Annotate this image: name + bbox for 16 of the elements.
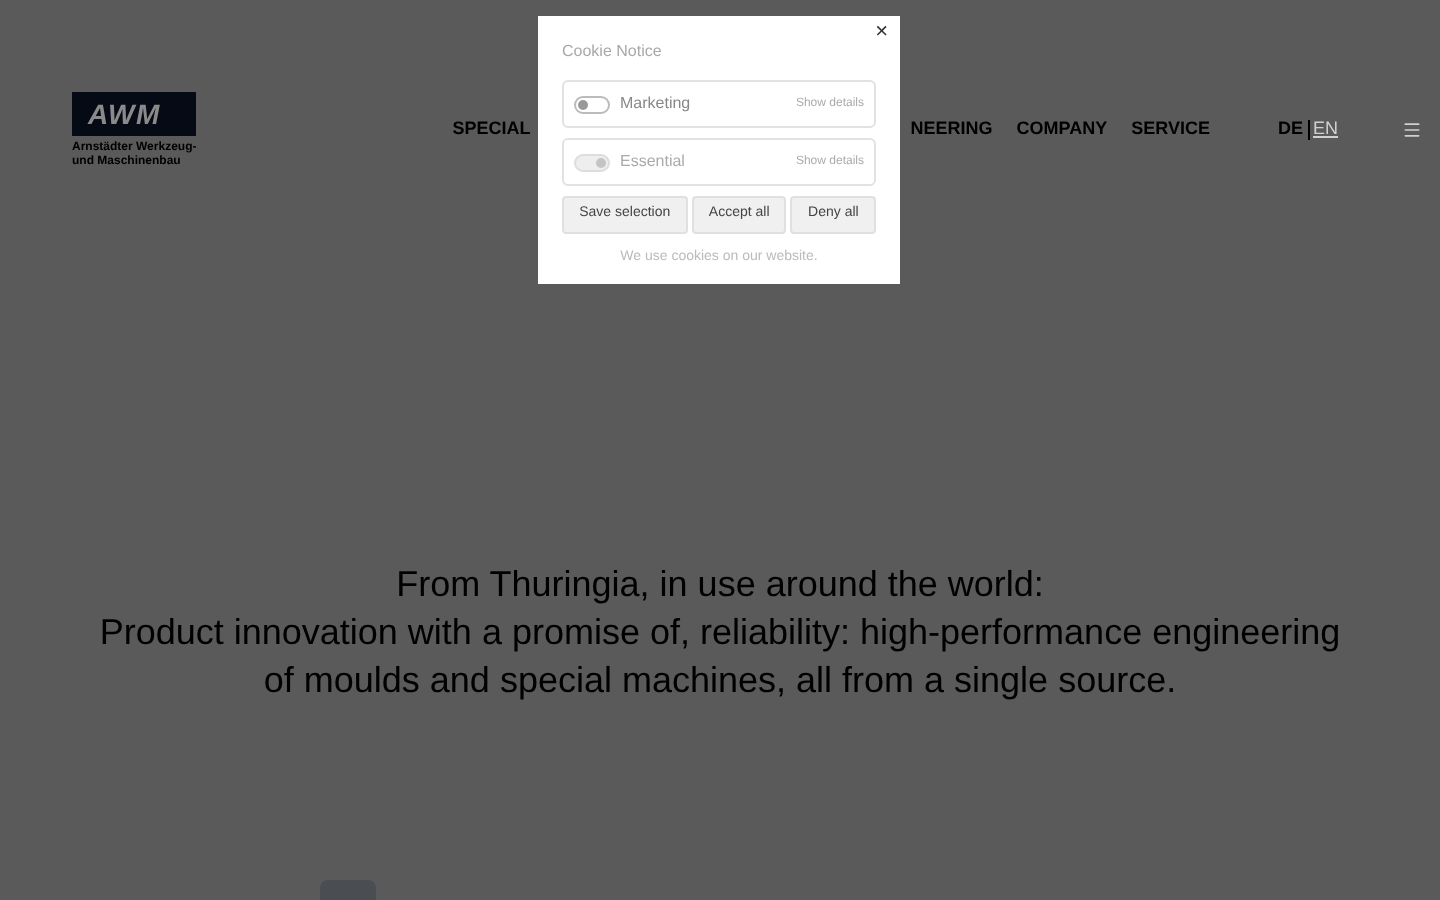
category-label: Marketing	[620, 92, 691, 116]
category-label: Essential	[620, 150, 685, 174]
close-button[interactable]: ×	[875, 22, 888, 44]
menu-icon[interactable]	[1402, 119, 1423, 140]
nav-link[interactable]: NEERING	[910, 116, 993, 143]
language-link[interactable]: DE	[1277, 116, 1303, 143]
nav-link[interactable]: SPECIAL	[452, 116, 531, 143]
logo-mark: AWM	[72, 92, 197, 136]
toggle-switch[interactable]	[574, 95, 610, 113]
hero-text: Product innovation with a promise of, reliability: high-performance engineering	[99, 610, 1341, 656]
nav-link[interactable]: COMPANY	[1016, 116, 1108, 143]
language-link[interactable]: EN	[1313, 116, 1339, 143]
hero-text: From Thuringia, in use around the world:	[396, 562, 1044, 608]
dialog-title: Cookie Notice	[562, 40, 664, 64]
nav-link[interactable]: SERVICE	[1131, 116, 1210, 143]
hero-text: of moulds and special machines, all from a single source.	[263, 658, 1177, 704]
